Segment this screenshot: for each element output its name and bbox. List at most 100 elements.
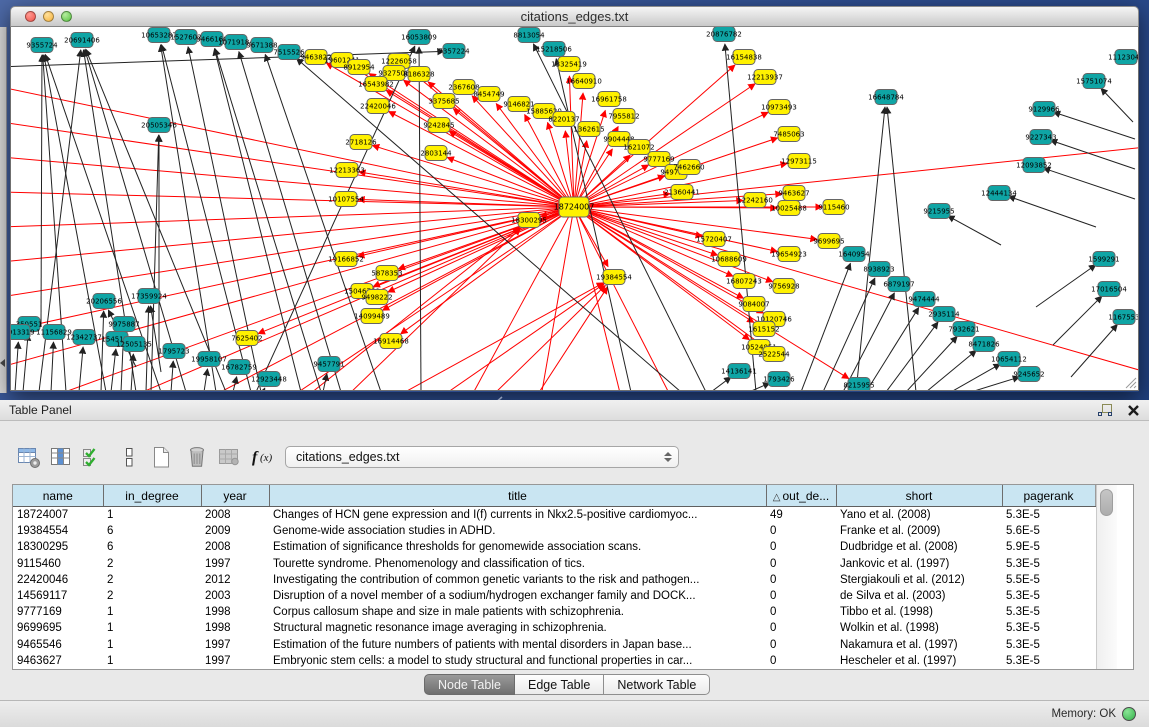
delete-table-icon[interactable] (216, 444, 242, 470)
window-titlebar[interactable]: citations_edges.txt (10, 6, 1139, 27)
table-row[interactable]: 2242004622012Investigating the contribut… (13, 572, 1095, 588)
graph-node[interactable]: 2718126 (345, 135, 377, 150)
graph-node[interactable]: 8938923 (863, 262, 894, 277)
graph-node[interactable]: 12923448 (251, 372, 287, 387)
graph-node[interactable]: 1362615 (573, 122, 604, 137)
graph-node[interactable]: 19654923 (771, 247, 807, 262)
graph-node[interactable]: 9756928 (768, 279, 799, 294)
column-header-pagerank[interactable]: pagerank (1002, 485, 1095, 507)
graph-node[interactable]: 16640910 (566, 74, 602, 89)
graph-node[interactable]: 5878353 (371, 266, 402, 281)
close-window-button[interactable] (25, 11, 36, 22)
table-row[interactable]: 946362711997Embryonic stem cells: a mode… (13, 653, 1095, 669)
close-panel-icon[interactable] (1127, 404, 1140, 417)
graph-node[interactable]: 8454749 (473, 87, 504, 102)
graph-node[interactable]: 17016504 (1091, 282, 1127, 297)
graph-node[interactable]: 7625402 (231, 331, 262, 346)
scrollbar-thumb[interactable] (1100, 489, 1113, 516)
graph-node[interactable]: 20691406 (64, 33, 100, 48)
graph-node[interactable]: 12213937 (747, 70, 783, 85)
graph-node[interactable]: 7955812 (608, 109, 639, 124)
row-options-icon[interactable] (116, 444, 142, 470)
graph-node[interactable]: 1167553 (1108, 310, 1138, 325)
graph-node[interactable]: 16053809 (401, 30, 437, 45)
window-resize-grip[interactable] (1123, 375, 1137, 389)
table-row[interactable]: 1938455462009Genome-wide association stu… (13, 523, 1095, 539)
left-splitter[interactable] (0, 27, 7, 393)
table-row[interactable]: 1456911722003Disruption of a novel membe… (13, 588, 1095, 604)
graph-node[interactable]: 10973493 (761, 100, 797, 115)
graph-node[interactable]: 12973115 (781, 154, 817, 169)
graph-node[interactable]: 9242845 (423, 118, 454, 133)
graph-node[interactable]: 11123044 (1108, 50, 1138, 65)
table-row[interactable]: 946554611997Estimation of the future num… (13, 637, 1095, 653)
graph-node[interactable]: 10654112 (991, 352, 1027, 367)
graph-node[interactable]: 7462660 (673, 160, 704, 175)
graph-node[interactable]: 7932621 (948, 322, 979, 337)
graph-node[interactable]: 1640954 (838, 247, 870, 262)
graph-node[interactable]: 18724007 (554, 197, 595, 217)
graph-node[interactable]: 9129966 (1028, 102, 1060, 117)
graph-node[interactable]: 6879197 (883, 277, 914, 292)
graph-node[interactable]: 19384554 (596, 270, 632, 285)
graph-node[interactable]: 9474444 (908, 292, 940, 307)
graph-node[interactable]: 8215955 (843, 378, 874, 391)
column-header-in_degree[interactable]: in_degree (103, 485, 201, 507)
graph-node[interactable]: 15751074 (1076, 74, 1112, 89)
zoom-window-button[interactable] (61, 11, 72, 22)
graph-node[interactable]: 1795723 (158, 344, 189, 359)
graph-node[interactable]: 9245652 (1013, 367, 1044, 382)
tab-network-table[interactable]: Network Table (604, 674, 710, 695)
tab-node-table[interactable]: Node Table (424, 674, 515, 695)
graph-node[interactable]: 3375685 (428, 94, 459, 109)
graph-node[interactable]: 15218506 (536, 42, 572, 57)
graph-node[interactable]: 9227343 (1025, 130, 1056, 145)
graph-node[interactable]: 14136141 (721, 364, 757, 379)
graph-node[interactable]: 14099489 (354, 309, 390, 324)
graph-node[interactable]: 8912954 (343, 60, 375, 75)
graph-node[interactable]: 16914468 (373, 334, 409, 349)
column-header-year[interactable]: year (201, 485, 269, 507)
table-row[interactable]: 1830029562008Estimation of significance … (13, 539, 1095, 555)
delete-columns-icon[interactable] (184, 444, 210, 470)
table-select[interactable]: citations_edges.txt (285, 446, 679, 468)
graph-node[interactable]: 8471826 (968, 337, 1000, 352)
column-header-out_de[interactable]: △out_de... (766, 485, 836, 507)
graph-node[interactable]: 9115460 (818, 200, 849, 215)
graph-node[interactable]: 2522544 (758, 347, 790, 362)
graph-node[interactable]: 1793426 (763, 372, 795, 387)
graph-node[interactable]: 16648784 (868, 90, 904, 105)
show-column-icon[interactable] (48, 444, 74, 470)
graph-node[interactable]: 8186328 (403, 67, 434, 82)
select-columns-icon[interactable] (80, 444, 106, 470)
graph-node[interactable]: 10688609 (711, 252, 747, 267)
table-row[interactable]: 977716911998Corpus callosum shape and si… (13, 604, 1095, 620)
graph-node[interactable]: 16154838 (726, 50, 762, 65)
graph-node[interactable]: 9975887 (108, 317, 139, 332)
tab-edge-table[interactable]: Edge Table (515, 674, 604, 695)
table-row[interactable]: 1872400712008Changes of HCN gene express… (13, 507, 1095, 524)
graph-node[interactable]: 10025488 (771, 201, 807, 216)
column-header-title[interactable]: title (269, 485, 766, 507)
graph-node[interactable]: 20505346 (141, 118, 177, 133)
table-vertical-scrollbar[interactable] (1096, 485, 1117, 669)
float-panel-icon[interactable] (1097, 403, 1113, 418)
graph-node[interactable]: 20876782 (706, 27, 742, 42)
graph-node[interactable]: 16961758 (591, 92, 627, 107)
table-row[interactable]: 969969511998Structural magnetic resonanc… (13, 620, 1095, 636)
graph-node[interactable]: 9084007 (738, 297, 769, 312)
function-builder-icon[interactable]: f(x) (248, 444, 280, 470)
column-header-name[interactable]: name (13, 485, 103, 507)
minimize-window-button[interactable] (43, 11, 54, 22)
table-mode-icon[interactable] (16, 444, 42, 470)
graph-node[interactable]: 1599291 (1088, 252, 1119, 267)
graph-node[interactable]: 10107554 (328, 192, 364, 207)
graph-node[interactable]: 7357224 (438, 44, 470, 59)
graph-node[interactable]: 8813054 (513, 28, 545, 43)
graph-node[interactable]: 8220137 (548, 112, 579, 127)
graph-node[interactable]: 2935114 (928, 307, 960, 322)
graph-node[interactable]: 17359924 (131, 289, 167, 304)
graph-node[interactable]: 9699695 (813, 234, 844, 249)
graph-node[interactable]: 7485063 (773, 127, 804, 142)
graph-node[interactable]: 9498222 (361, 290, 392, 305)
